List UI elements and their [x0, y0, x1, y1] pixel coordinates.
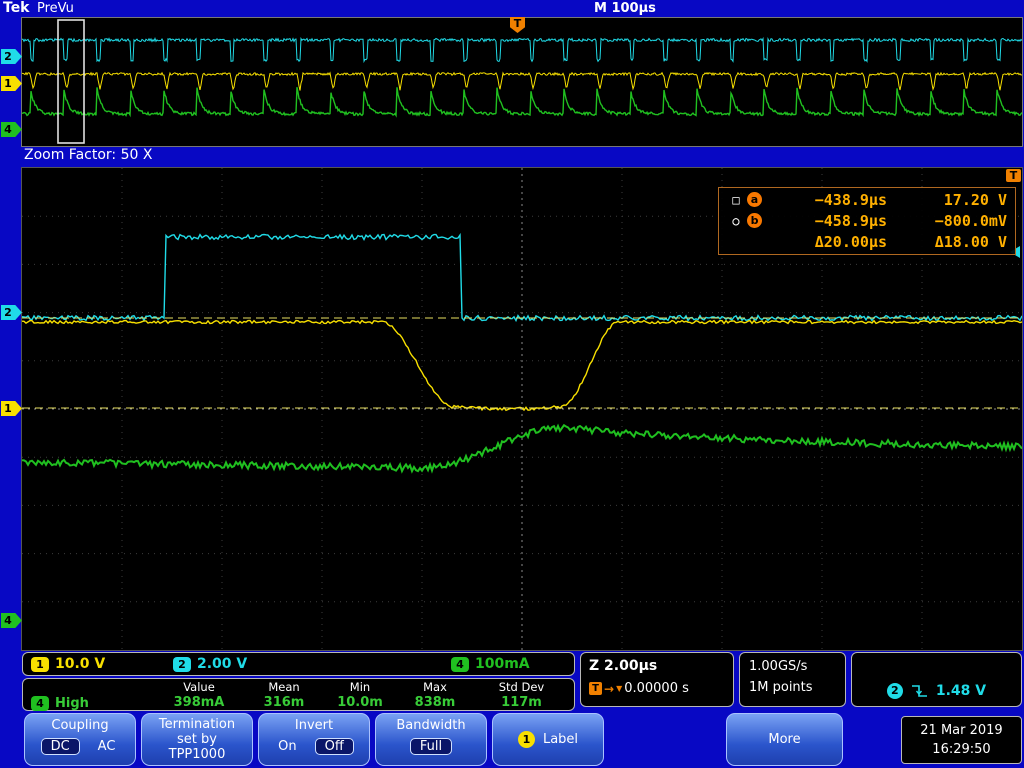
- cursor-a-time: −438.9µs: [814, 190, 887, 209]
- ch4-badge: 4: [451, 656, 469, 672]
- cursor-b-badge: b: [747, 213, 762, 228]
- meas-header-min: Min: [349, 680, 371, 694]
- trigger-slope-icon: [911, 685, 927, 697]
- bandwidth-button[interactable]: Bandwidth Full: [375, 713, 487, 766]
- invert-off-option[interactable]: Off: [314, 738, 354, 755]
- acquisition-status: PreVu: [37, 1, 74, 16]
- cursor-b-shape-icon: ○: [732, 213, 740, 228]
- trigger-level-readout: 1.48 V: [935, 683, 987, 699]
- trigger-t-icon: T: [589, 682, 602, 695]
- date-readout: 21 Mar 2019: [920, 723, 1003, 738]
- sample-rate: 1.00GS/s: [749, 659, 808, 674]
- more-button[interactable]: More: [726, 713, 843, 766]
- trigger-offscreen-indicator-icon: T: [1006, 169, 1021, 182]
- termination-line3: TPP1000: [168, 747, 226, 762]
- invert-title: Invert: [294, 718, 334, 733]
- meas-header-stddev: Std Dev: [498, 680, 545, 694]
- coupling-button[interactable]: Coupling DC AC: [24, 713, 136, 766]
- meas-min: 10.0m: [337, 695, 383, 710]
- bandwidth-full-option[interactable]: Full: [409, 738, 453, 755]
- ch1-scale: 10.0 V: [55, 656, 106, 672]
- meas-max: 838m: [414, 695, 456, 710]
- cursor-b-time: −458.9µs: [814, 211, 887, 230]
- delay-marker-icon: ▼: [616, 684, 623, 693]
- meas-name: High: [55, 695, 89, 711]
- ch2-ground-marker[interactable]: 2: [1, 305, 22, 320]
- invert-on-option[interactable]: On: [274, 739, 300, 754]
- tek-logo: Tek: [3, 0, 30, 16]
- coupling-dc-option[interactable]: DC: [40, 738, 80, 755]
- measurement-readout-box: Value Mean Min Max Std Dev 4 High 398mA …: [22, 678, 575, 711]
- meas-row-label: 4 High: [27, 695, 153, 711]
- ch1-badge: 1: [31, 656, 49, 672]
- ch2-badge: 2: [173, 656, 191, 672]
- cursor-delta-value: Δ18.00 V: [934, 232, 1007, 251]
- delay-readout: T → ▼ 0.00000 s: [589, 681, 733, 696]
- ch2-scale: 2.00 V: [197, 656, 248, 672]
- meas-stddev: 117m: [501, 695, 542, 710]
- zoom-waveform-window[interactable]: T □ a −438.9µs 17.20 V ○ b −458.9µs −800…: [21, 167, 1023, 651]
- datetime-box: 21 Mar 2019 16:29:50: [901, 716, 1022, 764]
- meas-header-max: Max: [423, 680, 447, 694]
- meas-header-value: Value: [183, 680, 215, 694]
- label-button[interactable]: 1 Label: [492, 713, 604, 766]
- oscilloscope-screen: Tek PreVu M 100µs T 2 1 4 Zoom Factor: 5…: [0, 0, 1024, 768]
- time-readout: 16:29:50: [932, 741, 991, 757]
- bandwidth-title: Bandwidth: [396, 718, 466, 733]
- ch2-scale-readout[interactable]: 2 2.00 V: [173, 656, 247, 672]
- meas-value: 398mA: [173, 695, 225, 710]
- overview-ch1-marker: 1: [1, 76, 22, 91]
- main-timebase-readout: M 100µs: [594, 1, 656, 16]
- trigger-readout-box: 2 1.48 V: [851, 652, 1022, 707]
- zoom-timebase-readout: Z 2.00µs: [589, 658, 658, 674]
- cursor-delta-time: Δ20.00µs: [814, 232, 887, 251]
- ch4-ground-marker[interactable]: 4: [1, 613, 22, 628]
- record-length: 1M points: [749, 680, 813, 695]
- termination-line1: Termination: [158, 717, 236, 732]
- ch1-scale-readout[interactable]: 1 10.0 V: [31, 656, 105, 672]
- meas-ch4-badge: 4: [31, 695, 49, 711]
- trigger-source-badge: 2: [886, 683, 903, 699]
- termination-line2: set by: [177, 732, 217, 747]
- ch4-scale-readout[interactable]: 4 100mA: [451, 656, 530, 672]
- more-text: More: [768, 732, 801, 747]
- cursor-a-shape-icon: □: [732, 192, 740, 207]
- ch1-ground-marker[interactable]: 1: [1, 401, 22, 416]
- cursor-a-badge: a: [747, 192, 762, 207]
- meas-header-mean: Mean: [268, 680, 300, 694]
- coupling-title: Coupling: [51, 718, 109, 733]
- overview-ch4-marker: 4: [1, 122, 22, 137]
- cursor-b-value: −800.0mV: [934, 211, 1007, 230]
- label-ch1-badge: 1: [517, 731, 535, 748]
- top-status-bar: Tek PreVu M 100µs: [0, 0, 1024, 17]
- coupling-ac-option[interactable]: AC: [94, 739, 120, 754]
- delay-arrow-icon: →: [604, 681, 615, 696]
- channel-scale-readouts: 1 10.0 V 2 2.00 V 4 100mA: [22, 652, 575, 676]
- overview-waveforms: [22, 19, 1022, 144]
- meas-mean: 316m: [263, 695, 305, 710]
- zoom-timebase-box: Z 2.00µs T → ▼ 0.00000 s: [580, 652, 734, 707]
- invert-button[interactable]: Invert On Off: [258, 713, 370, 766]
- overview-ch2-marker: 2: [1, 49, 22, 64]
- acquisition-overview-window[interactable]: [21, 17, 1023, 147]
- label-text: Label: [542, 732, 579, 747]
- ch4-scale: 100mA: [475, 656, 530, 672]
- cursor-a-value: 17.20 V: [943, 190, 1007, 209]
- sample-rate-box: 1.00GS/s 1M points: [739, 652, 846, 707]
- delay-value: 0.00000 s: [624, 681, 689, 696]
- termination-button[interactable]: Termination set by TPP1000: [141, 713, 253, 766]
- cursor-readout-box: □ a −438.9µs 17.20 V ○ b −458.9µs −800.0…: [718, 187, 1016, 255]
- zoom-factor-label: Zoom Factor: 50 X: [24, 147, 153, 163]
